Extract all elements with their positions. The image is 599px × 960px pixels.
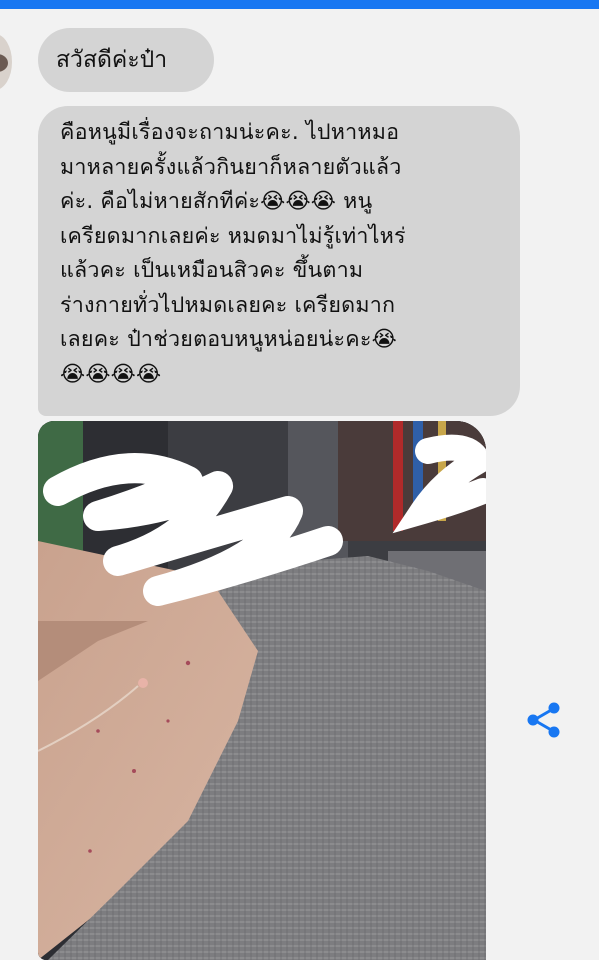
message-line: เลยคะ ป๋าช่วยตอบหนูหน่อยน่ะคะ😭 bbox=[60, 327, 397, 352]
top-bar bbox=[0, 0, 599, 9]
message-line: เครียดมากเลยค่ะ หมดมาไม่รู้เท่าไหร่ bbox=[60, 223, 406, 249]
message-line: คือหนูมีเรื่องจะถามน่ะคะ. ไปหาหมอ bbox=[60, 120, 400, 145]
message-text: สวัสดีค่ะป๋า bbox=[56, 47, 168, 73]
photo-image bbox=[38, 421, 486, 960]
message-line: 😭😭😭😭 bbox=[60, 361, 162, 387]
message-bubble-question: คือหนูมีเรื่องจะถามน่ะคะ. ไปหาหมอ มาหลาย… bbox=[38, 106, 520, 416]
message-line: แล้วคะ เป็นเหมือนสิวคะ ขึ้นตาม bbox=[60, 258, 364, 283]
message-line: ร่างกายทั่วไปหมดเลยคะ เครียดมาก bbox=[60, 292, 396, 318]
message-line: ค่ะ. คือไม่หายสักทีค่ะ😭😭😭 หนู bbox=[60, 189, 373, 214]
share-button[interactable] bbox=[524, 700, 564, 740]
message-bubble-greeting: สวัสดีค่ะป๋า bbox=[38, 28, 214, 92]
message-line: มาหลายครั้งแล้วกินยาก็หลายตัวแล้ว bbox=[60, 154, 402, 180]
share-icon bbox=[527, 702, 560, 738]
avatar[interactable] bbox=[0, 34, 12, 90]
photo-attachment[interactable] bbox=[38, 421, 486, 960]
